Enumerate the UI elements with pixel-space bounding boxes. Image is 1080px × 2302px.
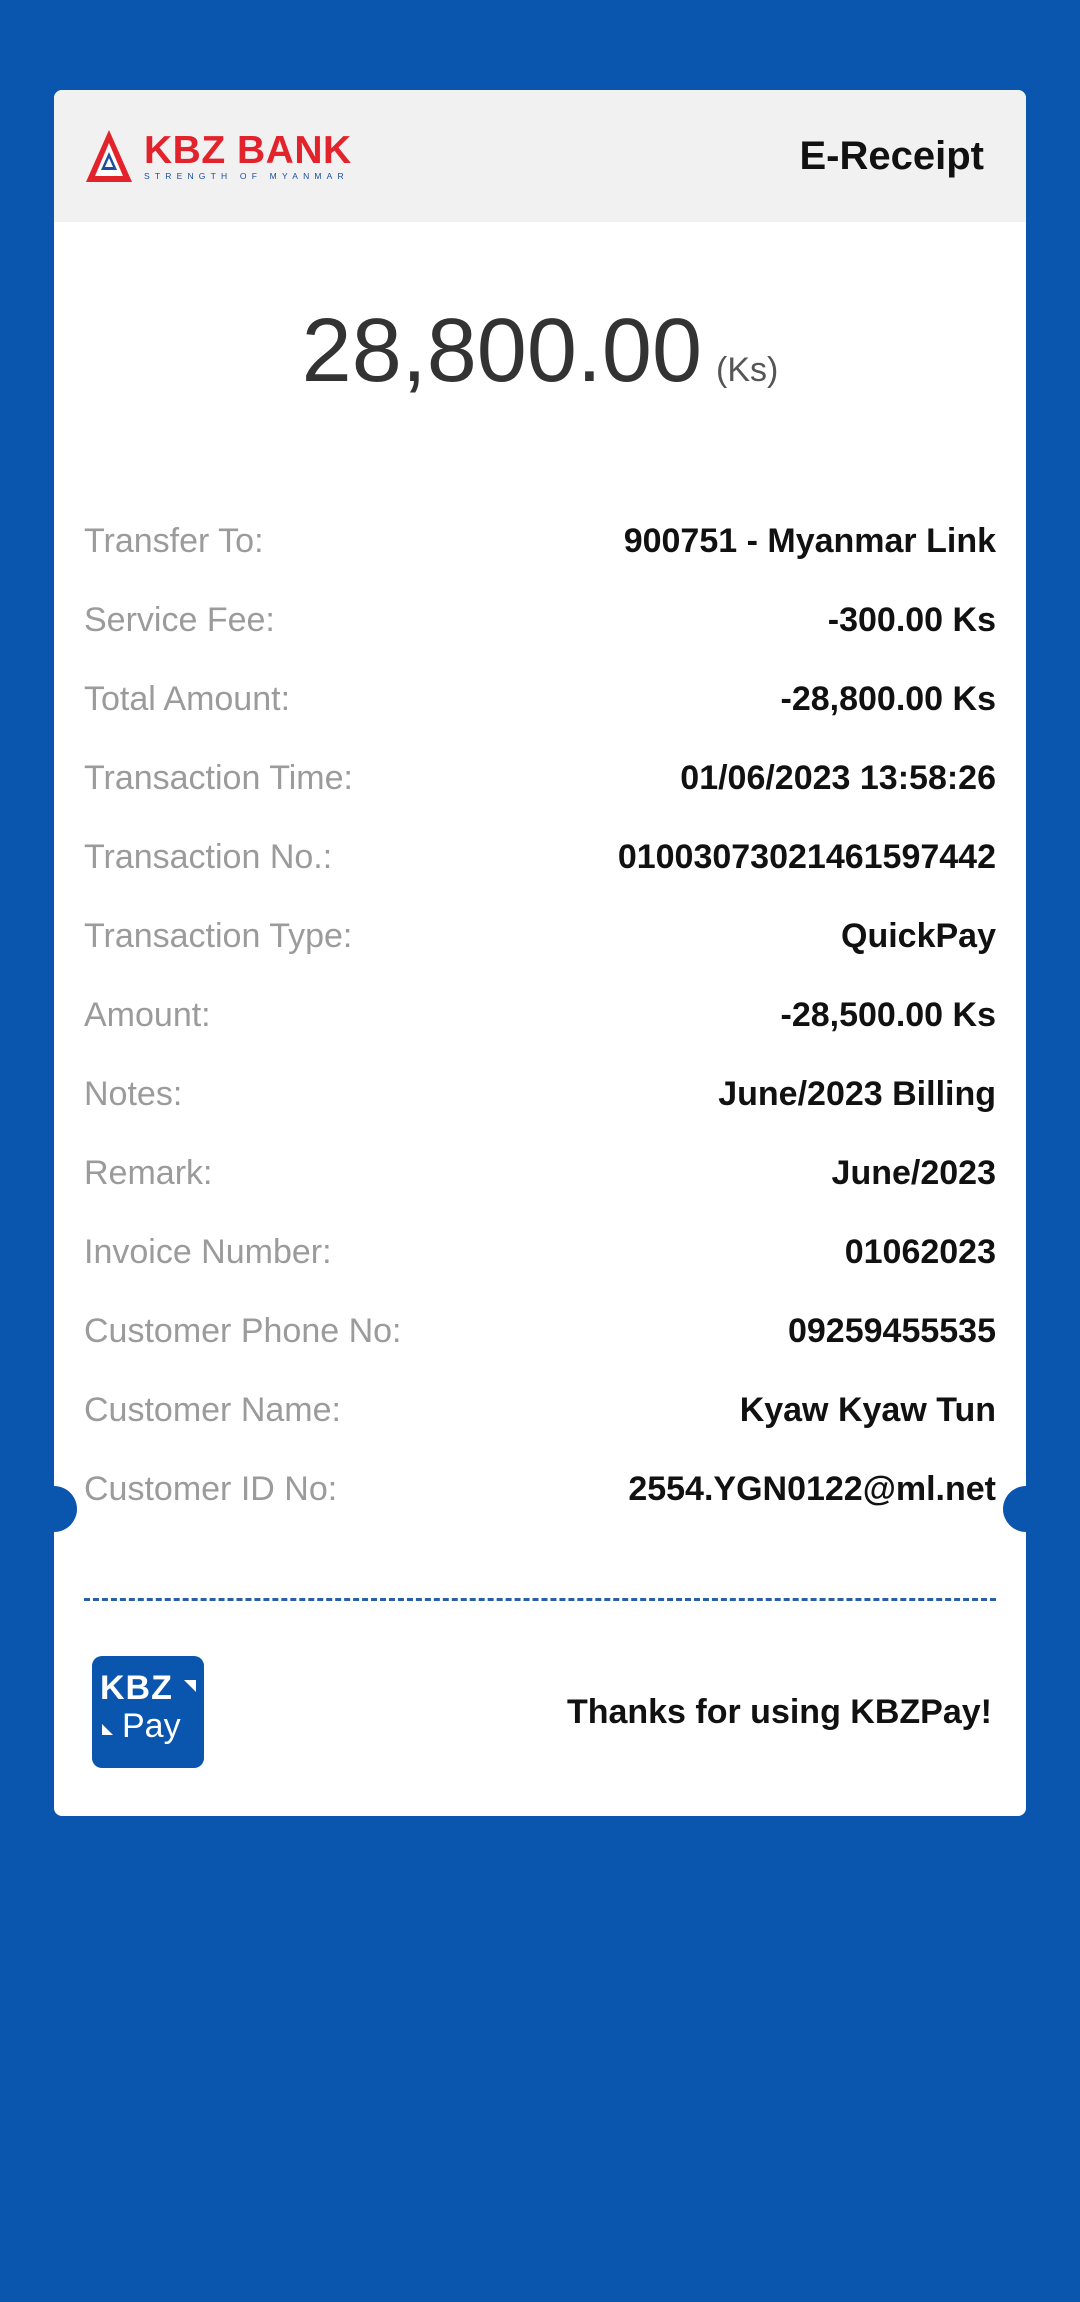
- detail-row-notes: Notes: June/2023 Billing: [84, 1055, 996, 1134]
- detail-row-transaction-type: Transaction Type: QuickPay: [84, 897, 996, 976]
- amount-display: 28,800.00 (Ks): [54, 300, 1026, 403]
- kbzpay-logo-icon: KBZ Pay: [92, 1656, 204, 1768]
- receipt-title: E-Receipt: [799, 134, 985, 178]
- detail-label: Transfer To:: [84, 522, 264, 560]
- detail-label: Customer ID No:: [84, 1470, 338, 1508]
- amount-unit: (Ks): [716, 351, 779, 389]
- detail-value: 01/06/2023 13:58:26: [680, 759, 996, 797]
- detail-value: June/2023 Billing: [718, 1075, 996, 1113]
- detail-row-transfer-to: Transfer To: 900751 - Myanmar Link: [84, 502, 996, 581]
- screen: { "header": { "brand_name": "KBZ BANK", …: [0, 0, 1080, 2302]
- detail-value: 900751 - Myanmar Link: [623, 522, 996, 560]
- amount-value: 28,800.00: [301, 301, 703, 401]
- ticket-notch-left: [31, 1486, 77, 1532]
- detail-label: Invoice Number:: [84, 1233, 332, 1271]
- kbz-bank-logo: KBZ BANK STRENGTH OF MYANMAR: [84, 128, 352, 184]
- detail-value: -28,800.00 Ks: [780, 680, 997, 718]
- detail-label: Transaction Type:: [84, 917, 353, 955]
- detail-label: Remark:: [84, 1154, 213, 1192]
- detail-value: QuickPay: [841, 917, 996, 955]
- brand-tagline: STRENGTH OF MYANMAR: [144, 170, 349, 181]
- detail-label: Notes:: [84, 1075, 183, 1113]
- brand-name: KBZ BANK: [144, 128, 352, 172]
- logo-text: KBZ BANK STRENGTH OF MYANMAR: [144, 128, 352, 181]
- detail-value: 01062023: [844, 1233, 996, 1271]
- detail-value: June/2023: [831, 1154, 996, 1192]
- detail-row-customer-id: Customer ID No: 2554.YGN0122@ml.net: [84, 1450, 996, 1529]
- detail-label: Transaction Time:: [84, 759, 353, 797]
- detail-label: Service Fee:: [84, 601, 275, 639]
- detail-value: Kyaw Kyaw Tun: [739, 1391, 996, 1429]
- detail-label: Amount:: [84, 996, 211, 1034]
- e-receipt-card: KBZ BANK STRENGTH OF MYANMAR E-Receipt 2…: [54, 90, 1026, 1816]
- kbzpay-logo-subtext: Pay: [122, 1707, 181, 1745]
- detail-row-service-fee: Service Fee: -300.00 Ks: [84, 581, 996, 660]
- logo-corner-mark: [102, 1724, 113, 1735]
- detail-row-amount: Amount: -28,500.00 Ks: [84, 976, 996, 1055]
- detail-value: 09259455535: [787, 1312, 996, 1350]
- detail-label: Customer Phone No:: [84, 1312, 402, 1350]
- detail-row-transaction-time: Transaction Time: 01/06/2023 13:58:26: [84, 739, 996, 818]
- logo-corner-mark: [184, 1680, 196, 1692]
- receipt-header: KBZ BANK STRENGTH OF MYANMAR E-Receipt: [54, 90, 1026, 222]
- dashed-divider: [84, 1598, 996, 1601]
- kbz-triangle-logo-icon: [86, 130, 132, 182]
- detail-value: -300.00 Ks: [827, 601, 996, 639]
- detail-value: 01003073021461597442: [617, 838, 996, 876]
- detail-row-customer-name: Customer Name: Kyaw Kyaw Tun: [84, 1371, 996, 1450]
- detail-value: 2554.YGN0122@ml.net: [628, 1470, 996, 1508]
- detail-label: Total Amount:: [84, 680, 291, 718]
- detail-label: Customer Name:: [84, 1391, 341, 1429]
- transaction-details: Transfer To: 900751 - Myanmar Link Servi…: [84, 502, 996, 1529]
- detail-row-total-amount: Total Amount: -28,800.00 Ks: [84, 660, 996, 739]
- detail-row-invoice-number: Invoice Number: 01062023: [84, 1213, 996, 1292]
- ticket-notch-right: [1003, 1486, 1049, 1532]
- detail-value: -28,500.00 Ks: [780, 996, 997, 1034]
- detail-label: Transaction No.:: [84, 838, 333, 876]
- kbzpay-logo-text: KBZ: [100, 1669, 173, 1707]
- detail-row-transaction-no: Transaction No.: 01003073021461597442: [84, 818, 996, 897]
- detail-row-remark: Remark: June/2023: [84, 1134, 996, 1213]
- thanks-message: Thanks for using KBZPay!: [566, 1693, 992, 1731]
- detail-row-customer-phone: Customer Phone No: 09259455535: [84, 1292, 996, 1371]
